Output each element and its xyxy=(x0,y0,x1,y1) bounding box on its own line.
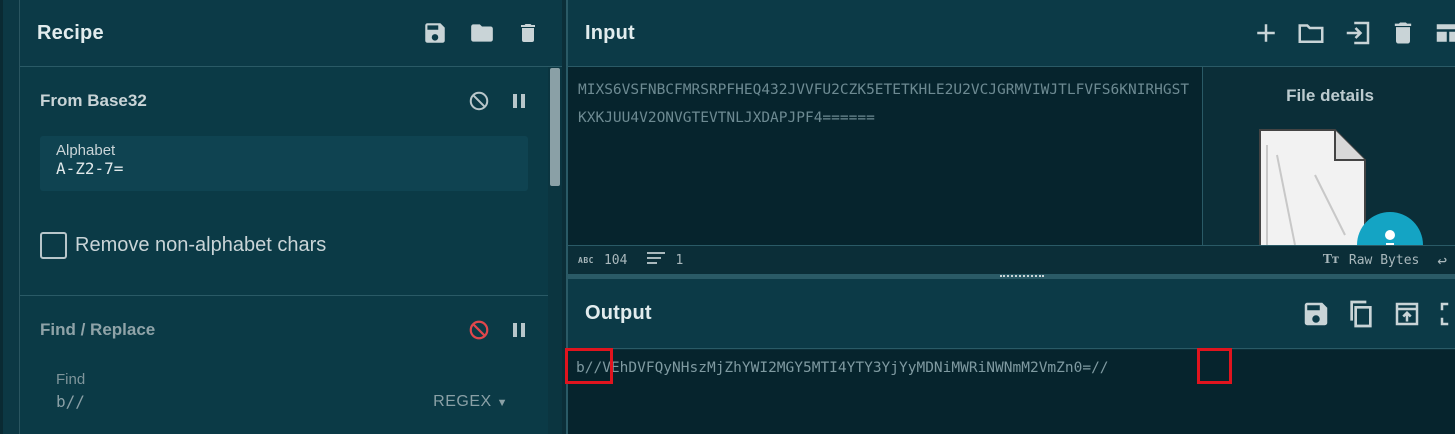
trash-icon[interactable] xyxy=(1389,18,1417,48)
highlight-box-suffix xyxy=(1197,348,1232,384)
input-encoding-group: Tт Raw Bytes ↩ xyxy=(1323,251,1447,270)
replace-input-icon[interactable] xyxy=(1391,299,1423,329)
left-gutter xyxy=(0,0,20,434)
folder-icon[interactable] xyxy=(1295,18,1327,48)
input-length-group: ABC 104 xyxy=(578,253,627,268)
caret-down-icon: ▼ xyxy=(496,397,508,409)
save-icon[interactable] xyxy=(422,20,448,46)
abc-icon: ABC xyxy=(578,255,594,265)
recipe-title: Recipe xyxy=(37,21,104,44)
recipe-scrollbar-thumb[interactable] xyxy=(550,68,560,186)
operation-title: From Base32 xyxy=(40,91,147,110)
file-details-panel: File details xyxy=(1202,67,1455,245)
copy-icon[interactable] xyxy=(1345,298,1377,330)
output-suffix: // xyxy=(1091,360,1109,376)
input-textarea[interactable]: MIXS6VSFNBCFMRSRPFHEQ432JVVFU2CZK5ETETKH… xyxy=(568,67,1202,245)
save-icon[interactable] xyxy=(1301,299,1331,329)
trash-icon[interactable] xyxy=(516,20,540,46)
plus-icon[interactable] xyxy=(1251,18,1281,48)
line-break-icon[interactable]: ↩ xyxy=(1437,251,1447,270)
operation-controls xyxy=(468,90,528,112)
output-header: Output xyxy=(568,279,1455,349)
find-value[interactable]: b// xyxy=(56,392,85,411)
input-title: Input xyxy=(585,21,635,44)
find-type-label: REGEX xyxy=(433,393,492,410)
recipe-header-icons xyxy=(422,20,540,46)
input-header-icons xyxy=(1251,18,1455,48)
operation-header: Find / Replace xyxy=(20,297,548,363)
input-lines-group: 1 xyxy=(647,251,683,269)
disable-icon[interactable] xyxy=(468,319,490,341)
remove-non-alphabet-checkbox[interactable] xyxy=(40,232,67,259)
input-lines: 1 xyxy=(675,252,684,268)
find-field[interactable]: Find b// REGEX ▼ xyxy=(20,363,548,411)
operation-title: Find / Replace xyxy=(40,320,156,339)
file-info-icon xyxy=(1255,125,1425,245)
recipe-panel: Recipe From Base32 Alphabet A-Z2-7= Remo… xyxy=(20,0,562,434)
recipe-header: Recipe xyxy=(20,0,562,67)
output-title: Output xyxy=(585,302,652,324)
alphabet-value[interactable]: A-Z2-7= xyxy=(56,159,512,178)
maximize-icon[interactable] xyxy=(1437,299,1455,329)
alphabet-label: Alphabet xyxy=(56,142,116,159)
alphabet-field[interactable]: Alphabet A-Z2-7= xyxy=(40,136,528,191)
gutter-bar xyxy=(0,0,3,434)
highlight-box-prefix xyxy=(565,348,613,384)
folder-icon[interactable] xyxy=(468,20,496,46)
output-middle: VEhDVFQyNHszMjZhYWI2MGY5MTI4YTY3YjYyMDNi… xyxy=(602,360,1092,376)
input-length: 104 xyxy=(603,252,628,268)
layout-icon[interactable] xyxy=(1431,18,1455,48)
pause-icon[interactable] xyxy=(510,320,528,340)
disable-icon[interactable] xyxy=(468,90,490,112)
pause-icon[interactable] xyxy=(510,91,528,111)
io-panel: Input MIXS6VSFNBCFMRSRPFHEQ432JVVFU2CZK5… xyxy=(565,0,1455,434)
output-textarea[interactable]: b//VEhDVFQyNHszMjZhYWI2MGY5MTI4YTY3YjYyM… xyxy=(565,348,1455,434)
output-header-icons xyxy=(1301,298,1455,330)
operation-controls xyxy=(468,319,528,341)
file-details-title: File details xyxy=(1286,86,1374,105)
find-label: Find xyxy=(56,371,86,388)
divider-grip[interactable] xyxy=(1000,275,1044,278)
import-icon[interactable] xyxy=(1341,18,1375,48)
operation-header: From Base32 xyxy=(20,68,548,134)
input-header: Input xyxy=(568,0,1455,67)
lines-icon xyxy=(647,251,666,269)
remove-non-alphabet-row[interactable]: Remove non-alphabet chars xyxy=(40,232,548,259)
operation-from-base32: From Base32 Alphabet A-Z2-7= Remove non-… xyxy=(20,68,548,296)
find-input-group: Find b// xyxy=(56,371,85,411)
input-status-bar: ABC 104 1 Tт Raw Bytes ↩ xyxy=(568,245,1455,274)
operation-find-replace: Find / Replace Find b// REGEX ▼ xyxy=(20,297,548,434)
remove-non-alphabet-label: Remove non-alphabet chars xyxy=(75,234,327,256)
text-format-icon[interactable]: Tт xyxy=(1323,252,1339,268)
input-encoding[interactable]: Raw Bytes xyxy=(1349,253,1419,268)
output-text: b//VEhDVFQyNHszMjZhYWI2MGY5MTI4YTY3YjYyM… xyxy=(576,356,1109,380)
find-type-dropdown[interactable]: REGEX ▼ xyxy=(433,393,508,411)
